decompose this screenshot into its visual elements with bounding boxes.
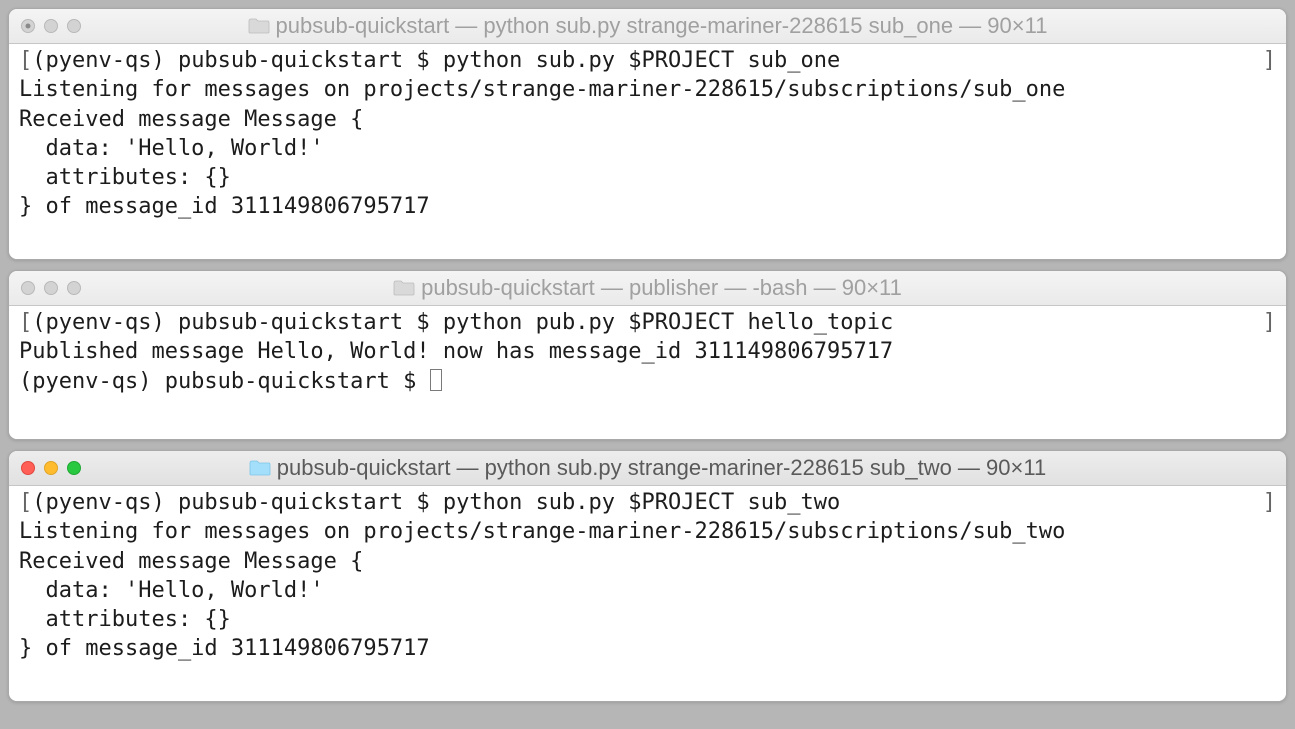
traffic-lights [21,461,81,475]
minimize-button[interactable] [44,281,58,295]
output-line: data: 'Hello, World!' [19,576,1276,605]
window-title: pubsub-quickstart — python sub.py strang… [277,455,1046,481]
output-line: data: 'Hello, World!' [19,134,1276,163]
terminal-window-sub-one[interactable]: pubsub-quickstart — python sub.py strang… [8,8,1287,260]
output-line: attributes: {} [19,605,1276,634]
output-line: } of message_id 311149806795717 [19,634,1276,663]
terminal-window-publisher[interactable]: pubsub-quickstart — publisher — -bash — … [8,270,1287,440]
titlebar[interactable]: pubsub-quickstart — python sub.py strang… [9,451,1286,486]
folder-icon [248,18,270,34]
folder-icon [393,280,415,296]
title-container: pubsub-quickstart — python sub.py strang… [9,13,1286,39]
prompt-line: (pyenv-qs) pubsub-quickstart $ [19,369,430,394]
maximize-button[interactable] [67,281,81,295]
output-line: } of message_id 311149806795717 [19,192,1276,221]
minimize-button[interactable] [44,19,58,33]
terminal-output[interactable]: [(pyenv-qs) pubsub-quickstart $ python s… [9,486,1286,701]
title-container: pubsub-quickstart — python sub.py strang… [9,455,1286,481]
close-button[interactable] [21,461,35,475]
maximize-button[interactable] [67,461,81,475]
output-line: Received message Message { [19,105,1276,134]
titlebar[interactable]: pubsub-quickstart — python sub.py strang… [9,9,1286,44]
terminal-output[interactable]: [(pyenv-qs) pubsub-quickstart $ python p… [9,306,1286,439]
folder-icon [249,460,271,476]
output-line: Listening for messages on projects/stran… [19,75,1276,104]
title-container: pubsub-quickstart — publisher — -bash — … [9,275,1286,301]
prompt-line: (pyenv-qs) pubsub-quickstart $ python su… [32,48,840,73]
output-line: Listening for messages on projects/stran… [19,517,1276,546]
close-button[interactable] [21,19,35,33]
traffic-lights [21,281,81,295]
minimize-button[interactable] [44,461,58,475]
traffic-lights [21,19,81,33]
window-title: pubsub-quickstart — publisher — -bash — … [421,275,902,301]
prompt-line: (pyenv-qs) pubsub-quickstart $ python su… [32,490,840,515]
titlebar[interactable]: pubsub-quickstart — publisher — -bash — … [9,271,1286,306]
terminal-output[interactable]: [(pyenv-qs) pubsub-quickstart $ python s… [9,44,1286,259]
output-line: attributes: {} [19,163,1276,192]
close-button[interactable] [21,281,35,295]
prompt-line: (pyenv-qs) pubsub-quickstart $ python pu… [32,310,893,335]
cursor-icon [430,369,442,391]
terminal-window-sub-two[interactable]: pubsub-quickstart — python sub.py strang… [8,450,1287,702]
window-title: pubsub-quickstart — python sub.py strang… [276,13,1048,39]
output-line: Published message Hello, World! now has … [19,337,1276,366]
maximize-button[interactable] [67,19,81,33]
output-line: Received message Message { [19,547,1276,576]
